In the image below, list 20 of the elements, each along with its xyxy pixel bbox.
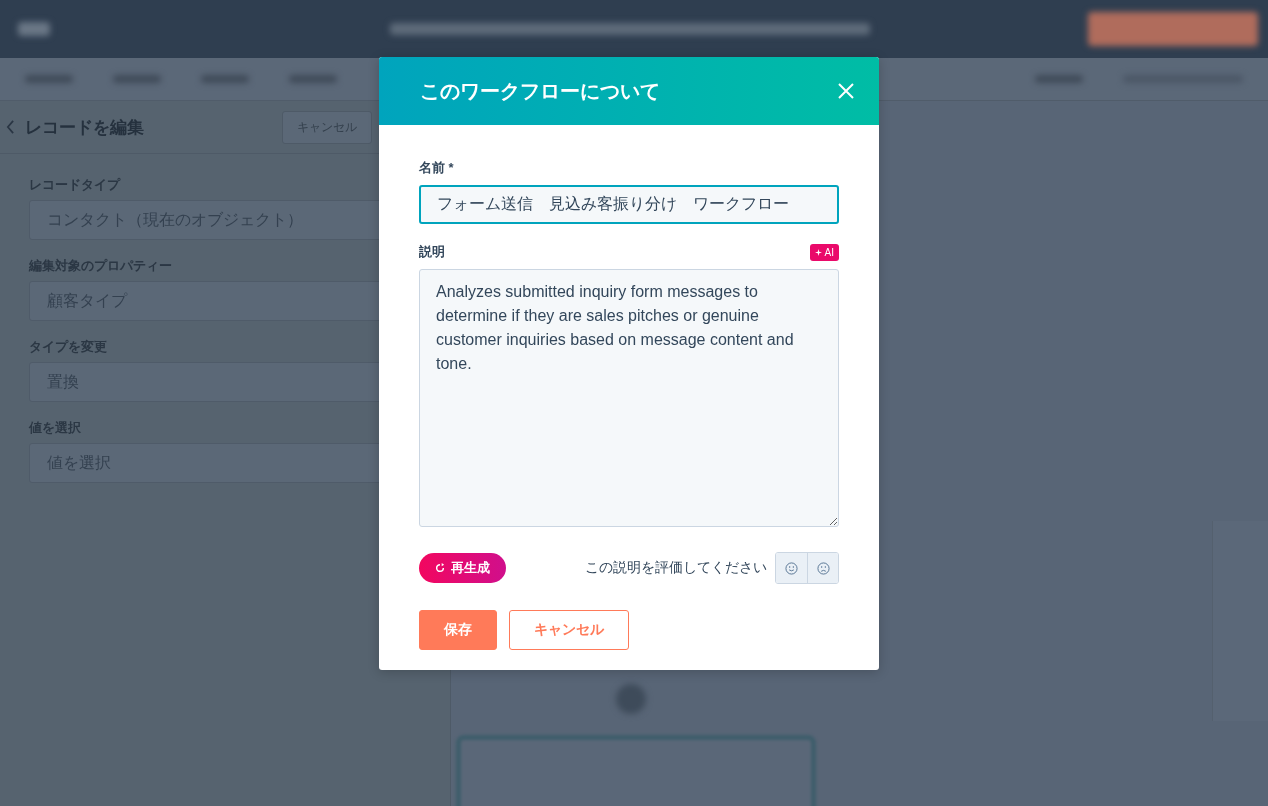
sparkle-icon	[814, 248, 822, 256]
regenerate-button[interactable]: 再生成	[419, 553, 506, 583]
rating-prompt: この説明を評価してください	[585, 559, 767, 577]
description-textarea[interactable]: Analyzes submitted inquiry form messages to determine if they are sales pitches or genuine customer inquiries based on message content and tone.	[419, 269, 839, 527]
blurred-logo	[18, 22, 50, 36]
name-input[interactable]: フォーム送信 見込み客振り分け ワークフロー	[419, 185, 839, 224]
modal-title: このワークフローについて	[420, 78, 661, 104]
close-icon[interactable]	[838, 83, 854, 99]
save-button[interactable]: 保存	[419, 610, 497, 650]
back-chevron-icon[interactable]	[6, 120, 15, 134]
refresh-icon	[435, 563, 445, 573]
ai-badge: AI	[809, 243, 839, 261]
frown-face-icon	[816, 561, 830, 575]
field-label: 説明	[419, 243, 445, 261]
smiley-icon	[785, 561, 798, 575]
cancel-button[interactable]: キャンセル	[509, 610, 629, 650]
happy-face-button[interactable]	[776, 553, 807, 583]
blurred-node	[616, 684, 646, 714]
sad-face-button[interactable]	[807, 553, 838, 583]
field-label: 名前 *	[419, 159, 455, 177]
